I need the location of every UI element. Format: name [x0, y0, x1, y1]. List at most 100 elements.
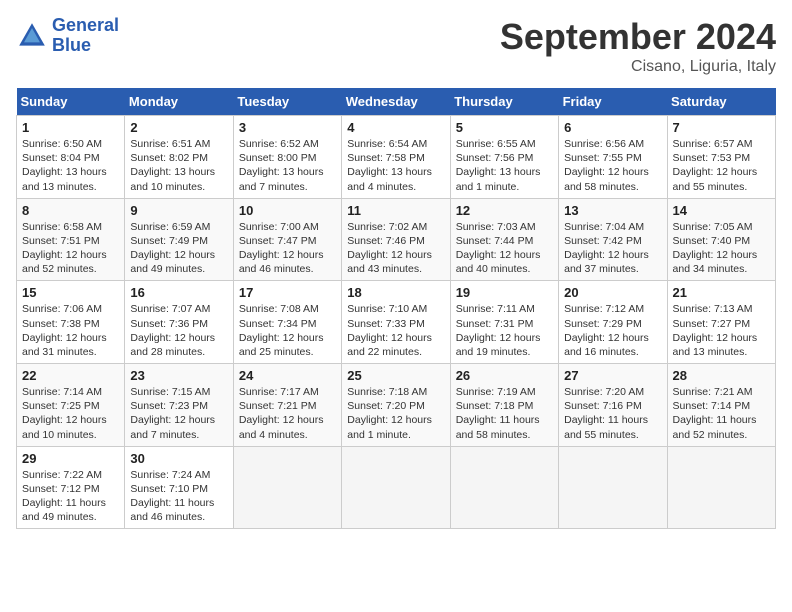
- calendar-cell: 9 Sunrise: 6:59 AM Sunset: 7:49 PM Daylig…: [125, 198, 233, 281]
- calendar-cell: 4 Sunrise: 6:54 AM Sunset: 7:58 PM Daylig…: [342, 116, 450, 199]
- calendar-cell: 24 Sunrise: 7:17 AM Sunset: 7:21 PM Dayli…: [233, 364, 341, 447]
- day-info: Sunrise: 6:56 AM Sunset: 7:55 PM Dayligh…: [564, 137, 661, 194]
- day-info: Sunrise: 6:54 AM Sunset: 7:58 PM Dayligh…: [347, 137, 444, 194]
- day-number: 26: [456, 368, 553, 383]
- day-number: 19: [456, 285, 553, 300]
- day-number: 25: [347, 368, 444, 383]
- day-number: 2: [130, 120, 227, 135]
- header-row: Sunday Monday Tuesday Wednesday Thursday…: [17, 88, 776, 116]
- col-monday: Monday: [125, 88, 233, 116]
- calendar-cell: 11 Sunrise: 7:02 AM Sunset: 7:46 PM Dayli…: [342, 198, 450, 281]
- day-info: Sunrise: 7:17 AM Sunset: 7:21 PM Dayligh…: [239, 385, 336, 442]
- day-number: 28: [673, 368, 770, 383]
- day-number: 21: [673, 285, 770, 300]
- calendar-cell: 25 Sunrise: 7:18 AM Sunset: 7:20 PM Dayli…: [342, 364, 450, 447]
- calendar-cell: 20Sunrise: 7:12 AM Sunset: 7:29 PM Dayli…: [559, 281, 667, 364]
- day-info: Sunrise: 7:24 AM Sunset: 7:10 PM Dayligh…: [130, 468, 227, 525]
- col-tuesday: Tuesday: [233, 88, 341, 116]
- calendar-cell: [342, 446, 450, 529]
- week-row-2: 8Sunrise: 6:58 AM Sunset: 7:51 PM Daylig…: [17, 198, 776, 281]
- day-info: Sunrise: 7:20 AM Sunset: 7:16 PM Dayligh…: [564, 385, 661, 442]
- logo: General Blue: [16, 16, 119, 56]
- month-title: September 2024: [500, 16, 776, 58]
- day-info: Sunrise: 6:55 AM Sunset: 7:56 PM Dayligh…: [456, 137, 553, 194]
- day-info: Sunrise: 7:02 AM Sunset: 7:46 PM Dayligh…: [347, 220, 444, 277]
- day-number: 10: [239, 203, 336, 218]
- calendar-cell: 17Sunrise: 7:08 AM Sunset: 7:34 PM Dayli…: [233, 281, 341, 364]
- week-row-3: 15Sunrise: 7:06 AM Sunset: 7:38 PM Dayli…: [17, 281, 776, 364]
- calendar-cell: 6 Sunrise: 6:56 AM Sunset: 7:55 PM Daylig…: [559, 116, 667, 199]
- calendar-table: Sunday Monday Tuesday Wednesday Thursday…: [16, 88, 776, 529]
- calendar-cell: 28 Sunrise: 7:21 AM Sunset: 7:14 PM Dayli…: [667, 364, 775, 447]
- col-saturday: Saturday: [667, 88, 775, 116]
- location-subtitle: Cisano, Liguria, Italy: [500, 58, 776, 76]
- day-number: 13: [564, 203, 661, 218]
- day-info: Sunrise: 7:11 AM Sunset: 7:31 PM Dayligh…: [456, 302, 553, 359]
- day-info: Sunrise: 7:07 AM Sunset: 7:36 PM Dayligh…: [130, 302, 227, 359]
- day-number: 22: [22, 368, 119, 383]
- day-number: 18: [347, 285, 444, 300]
- calendar-cell: [450, 446, 558, 529]
- calendar-cell: 23 Sunrise: 7:15 AM Sunset: 7:23 PM Dayli…: [125, 364, 233, 447]
- calendar-body: 1Sunrise: 6:50 AM Sunset: 8:04 PM Daylig…: [17, 116, 776, 529]
- day-number: 8: [22, 203, 119, 218]
- calendar-cell: 10Sunrise: 7:00 AM Sunset: 7:47 PM Dayli…: [233, 198, 341, 281]
- day-number: 11: [347, 203, 444, 218]
- calendar-cell: 15Sunrise: 7:06 AM Sunset: 7:38 PM Dayli…: [17, 281, 125, 364]
- col-thursday: Thursday: [450, 88, 558, 116]
- day-number: 9: [130, 203, 227, 218]
- calendar-cell: 19 Sunrise: 7:11 AM Sunset: 7:31 PM Dayli…: [450, 281, 558, 364]
- calendar-cell: 8Sunrise: 6:58 AM Sunset: 7:51 PM Daylig…: [17, 198, 125, 281]
- calendar-cell: 30 Sunrise: 7:24 AM Sunset: 7:10 PM Dayli…: [125, 446, 233, 529]
- day-number: 1: [22, 120, 119, 135]
- calendar-cell: 27 Sunrise: 7:20 AM Sunset: 7:16 PM Dayli…: [559, 364, 667, 447]
- calendar-cell: 2Sunrise: 6:51 AM Sunset: 8:02 PM Daylig…: [125, 116, 233, 199]
- day-number: 17: [239, 285, 336, 300]
- calendar-cell: 12 Sunrise: 7:03 AM Sunset: 7:44 PM Dayli…: [450, 198, 558, 281]
- day-number: 3: [239, 120, 336, 135]
- calendar-cell: 13Sunrise: 7:04 AM Sunset: 7:42 PM Dayli…: [559, 198, 667, 281]
- day-number: 29: [22, 451, 119, 466]
- day-info: Sunrise: 7:14 AM Sunset: 7:25 PM Dayligh…: [22, 385, 119, 442]
- day-number: 30: [130, 451, 227, 466]
- day-info: Sunrise: 6:57 AM Sunset: 7:53 PM Dayligh…: [673, 137, 770, 194]
- day-info: Sunrise: 7:22 AM Sunset: 7:12 PM Dayligh…: [22, 468, 119, 525]
- day-number: 6: [564, 120, 661, 135]
- logo-icon: [16, 20, 48, 52]
- week-row-5: 29 Sunrise: 7:22 AM Sunset: 7:12 PM Dayli…: [17, 446, 776, 529]
- calendar-cell: 14 Sunrise: 7:05 AM Sunset: 7:40 PM Dayli…: [667, 198, 775, 281]
- day-info: Sunrise: 7:15 AM Sunset: 7:23 PM Dayligh…: [130, 385, 227, 442]
- day-number: 12: [456, 203, 553, 218]
- calendar-cell: 1Sunrise: 6:50 AM Sunset: 8:04 PM Daylig…: [17, 116, 125, 199]
- day-info: Sunrise: 7:13 AM Sunset: 7:27 PM Dayligh…: [673, 302, 770, 359]
- day-info: Sunrise: 7:12 AM Sunset: 7:29 PM Dayligh…: [564, 302, 661, 359]
- logo-text-line1: General: [52, 16, 119, 36]
- day-info: Sunrise: 6:52 AM Sunset: 8:00 PM Dayligh…: [239, 137, 336, 194]
- day-info: Sunrise: 7:05 AM Sunset: 7:40 PM Dayligh…: [673, 220, 770, 277]
- col-friday: Friday: [559, 88, 667, 116]
- col-sunday: Sunday: [17, 88, 125, 116]
- day-info: Sunrise: 7:03 AM Sunset: 7:44 PM Dayligh…: [456, 220, 553, 277]
- calendar-cell: 16Sunrise: 7:07 AM Sunset: 7:36 PM Dayli…: [125, 281, 233, 364]
- logo-text-line2: Blue: [52, 36, 119, 56]
- day-info: Sunrise: 7:21 AM Sunset: 7:14 PM Dayligh…: [673, 385, 770, 442]
- calendar-cell: 3 Sunrise: 6:52 AM Sunset: 8:00 PM Daylig…: [233, 116, 341, 199]
- calendar-cell: [559, 446, 667, 529]
- day-number: 14: [673, 203, 770, 218]
- day-number: 24: [239, 368, 336, 383]
- day-info: Sunrise: 7:18 AM Sunset: 7:20 PM Dayligh…: [347, 385, 444, 442]
- day-number: 7: [673, 120, 770, 135]
- header: General Blue September 2024 Cisano, Ligu…: [16, 16, 776, 76]
- calendar-cell: 18 Sunrise: 7:10 AM Sunset: 7:33 PM Dayli…: [342, 281, 450, 364]
- day-info: Sunrise: 7:10 AM Sunset: 7:33 PM Dayligh…: [347, 302, 444, 359]
- calendar-cell: 29 Sunrise: 7:22 AM Sunset: 7:12 PM Dayli…: [17, 446, 125, 529]
- day-number: 27: [564, 368, 661, 383]
- day-number: 5: [456, 120, 553, 135]
- calendar-cell: 22 Sunrise: 7:14 AM Sunset: 7:25 PM Dayli…: [17, 364, 125, 447]
- calendar-cell: 21 Sunrise: 7:13 AM Sunset: 7:27 PM Dayli…: [667, 281, 775, 364]
- day-number: 23: [130, 368, 227, 383]
- calendar-cell: 5 Sunrise: 6:55 AM Sunset: 7:56 PM Daylig…: [450, 116, 558, 199]
- calendar-cell: [233, 446, 341, 529]
- day-number: 4: [347, 120, 444, 135]
- day-info: Sunrise: 6:59 AM Sunset: 7:49 PM Dayligh…: [130, 220, 227, 277]
